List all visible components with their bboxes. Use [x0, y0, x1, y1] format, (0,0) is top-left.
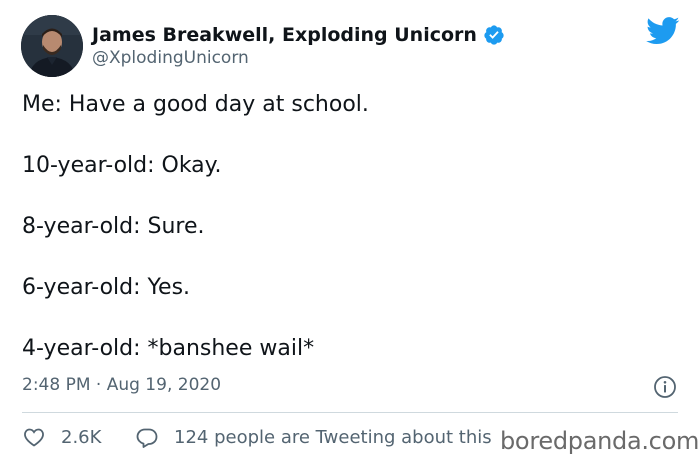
- tweeting-about-text: 124 people are Tweeting about this: [174, 426, 492, 448]
- tweet-timestamp[interactable]: 2:48 PM · Aug 19, 2020: [22, 375, 221, 395]
- tweet-text: Me: Have a good day at school. 10-year-o…: [22, 90, 672, 395]
- info-icon[interactable]: [653, 375, 677, 399]
- reply-bubble-icon: [136, 428, 158, 448]
- tweet-line: 4-year-old: *banshee wail*: [22, 336, 315, 361]
- twitter-bird-icon[interactable]: [646, 17, 680, 45]
- source-watermark: boredpanda.com: [500, 427, 700, 455]
- author-name-row[interactable]: James Breakwell, Exploding Unicorn: [92, 23, 505, 47]
- verified-badge-icon: [483, 24, 505, 46]
- tweet-line: Me: Have a good day at school.: [22, 92, 369, 117]
- author-name[interactable]: James Breakwell, Exploding Unicorn: [92, 24, 477, 46]
- author-handle[interactable]: @XplodingUnicorn: [92, 48, 249, 68]
- tweet-card: James Breakwell, Exploding Unicorn @Xplo…: [0, 0, 700, 467]
- tweeting-about-link[interactable]: 124 people are Tweeting about this: [135, 425, 492, 449]
- avatar[interactable]: [21, 15, 83, 77]
- like-button[interactable]: 2.6K: [22, 425, 101, 449]
- tweet-line: 10-year-old: Okay.: [22, 153, 222, 178]
- tweet-line: 6-year-old: Yes.: [22, 275, 191, 300]
- divider: [22, 412, 678, 413]
- avatar-photo-icon: [21, 15, 83, 77]
- like-count: 2.6K: [61, 426, 102, 448]
- tweet-line: 8-year-old: Sure.: [22, 214, 205, 239]
- heart-icon: [24, 428, 44, 447]
